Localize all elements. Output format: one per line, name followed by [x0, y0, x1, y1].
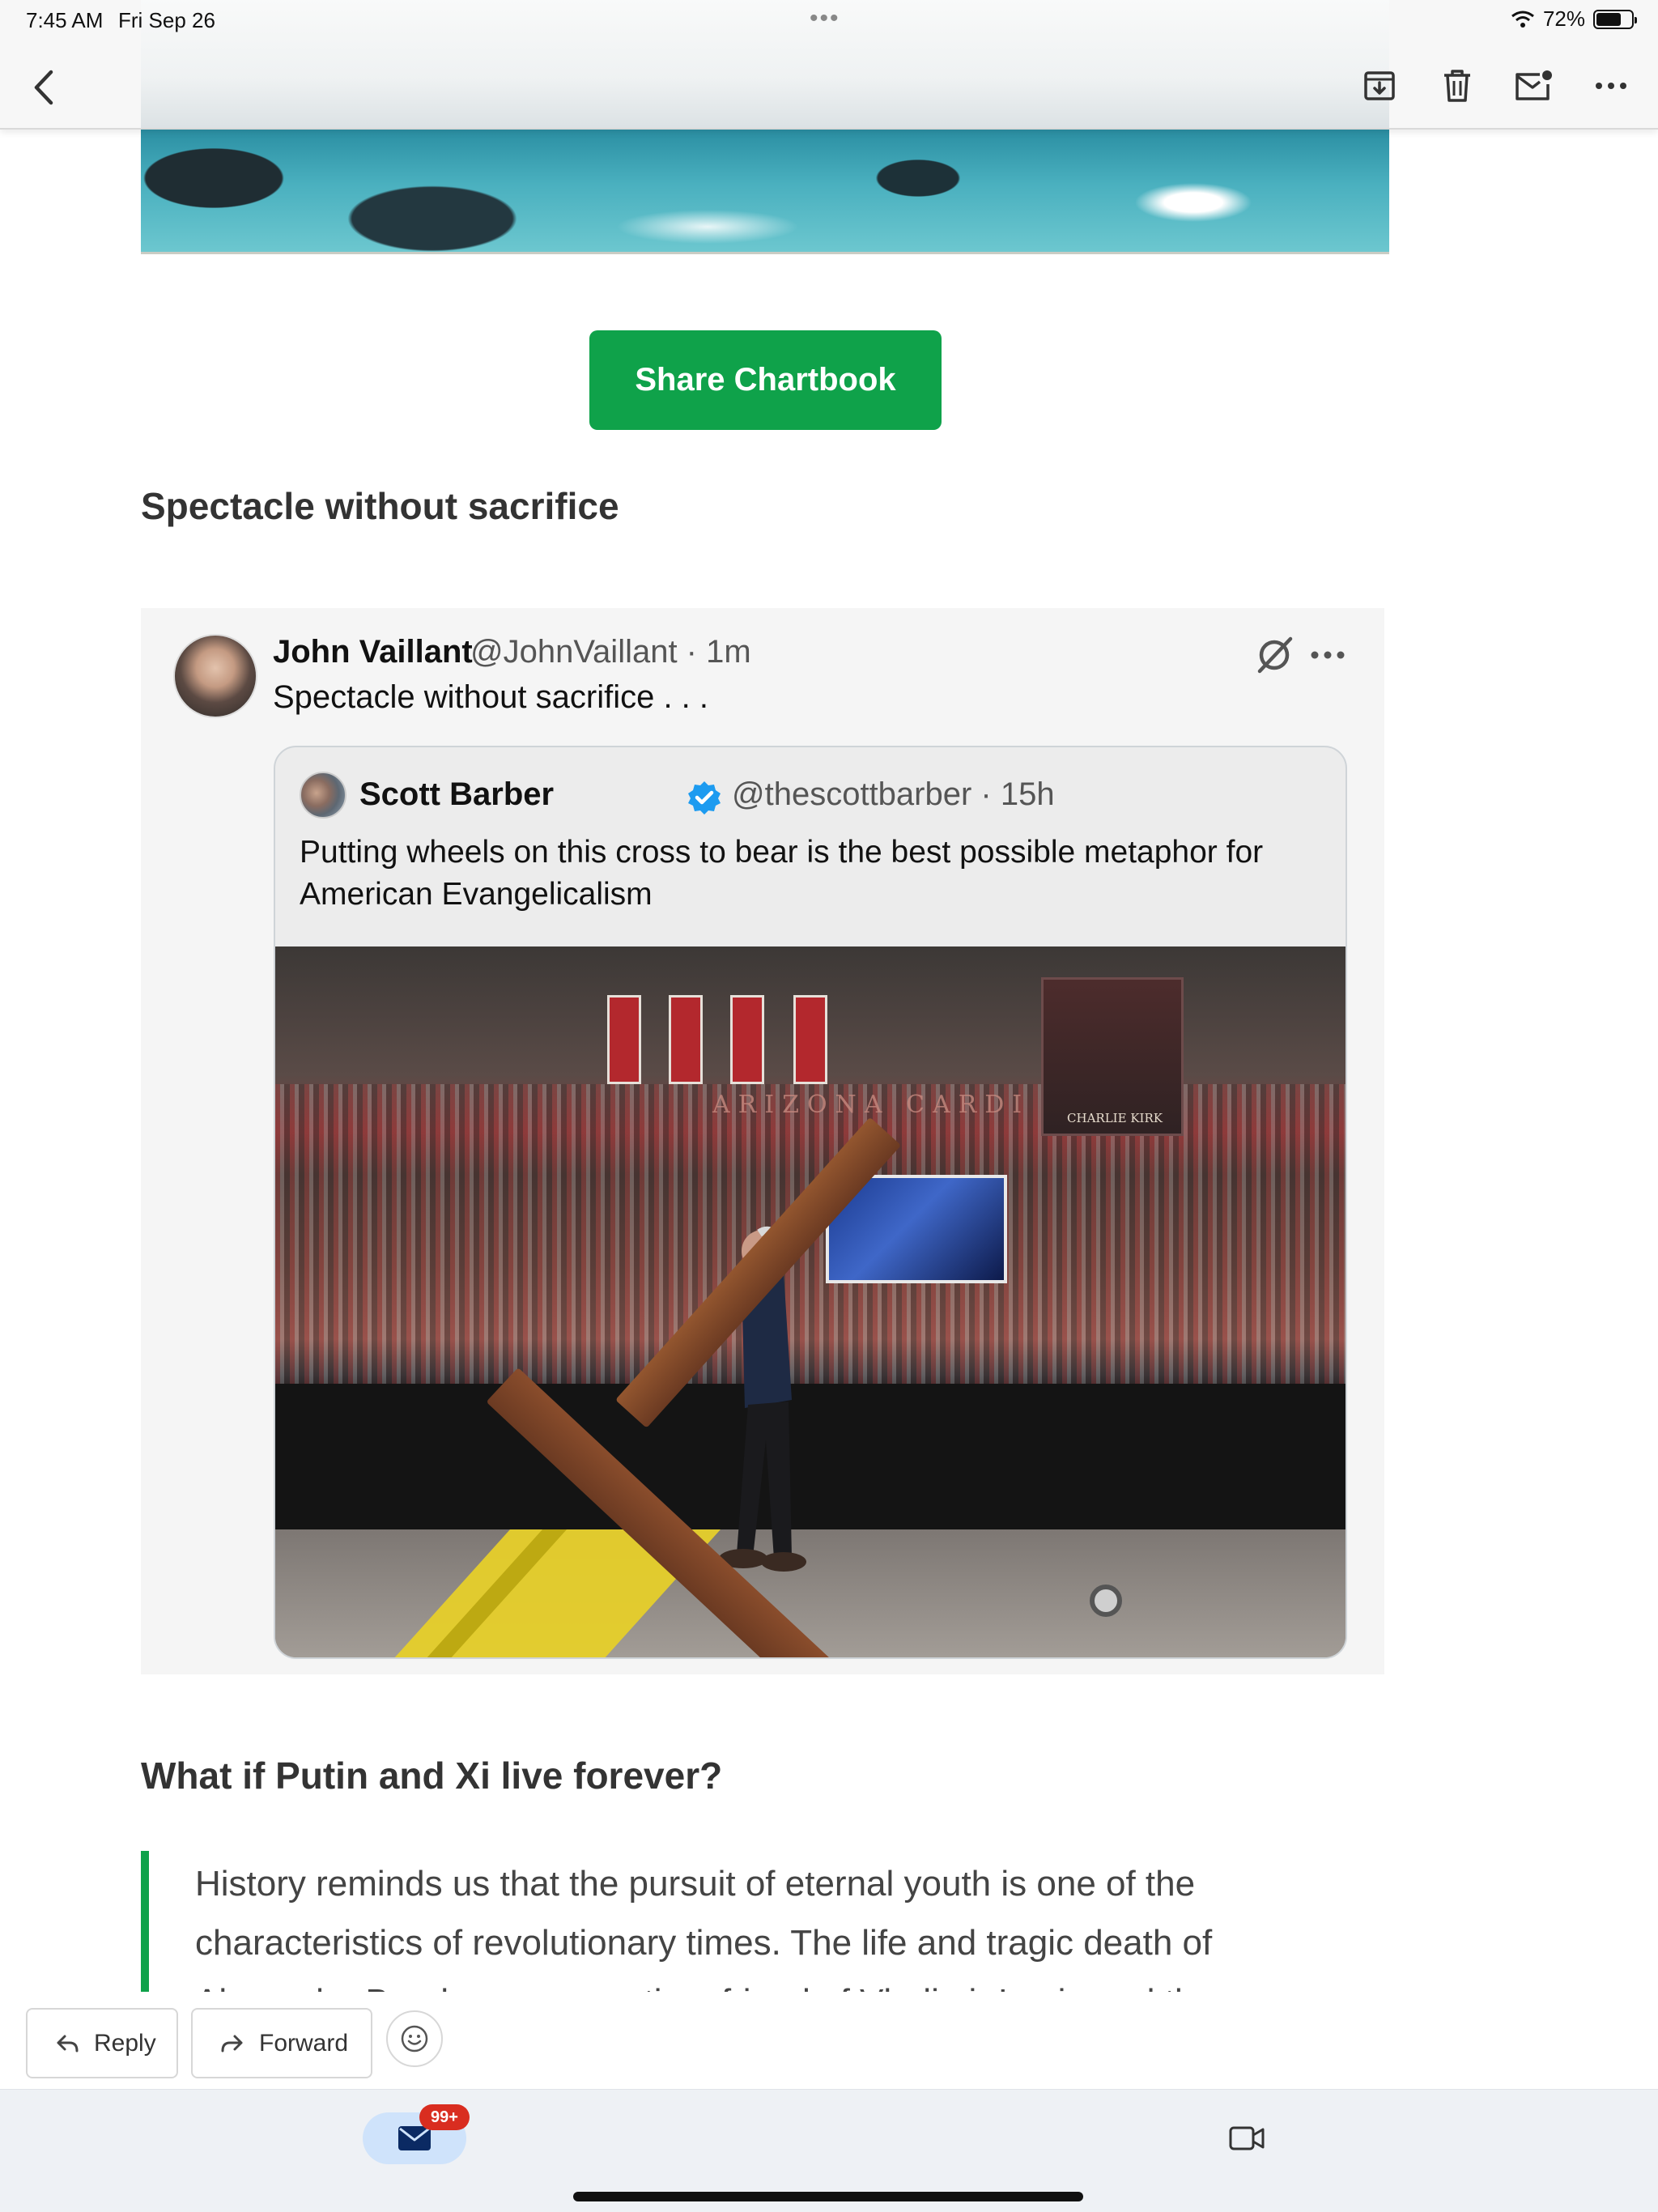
photo-sign-text: CHARLIE KIRK — [1067, 1111, 1163, 1125]
more-icon — [1596, 83, 1626, 89]
quoted-tweet[interactable]: Scott Barber @thescottbarber · 15h Putti… — [274, 746, 1347, 1659]
battery-percent: 72% — [1542, 6, 1585, 31]
section-heading-spectacle: Spectacle without sacrifice — [141, 485, 619, 527]
mark-unread-icon — [1516, 70, 1552, 100]
archive-button[interactable] — [1354, 60, 1405, 112]
quoted-author-meta: @thescottbarber · 15h — [732, 776, 1055, 812]
blockquote-bar — [141, 1851, 149, 1992]
photo-banner — [730, 995, 764, 1084]
photo-arena-text: ARIZONA CARDI — [712, 1091, 1031, 1119]
quoted-tweet-text: Putting wheels on this cross to bear is … — [300, 835, 1264, 912]
tweet-more-icon[interactable] — [1305, 632, 1350, 678]
delete-button[interactable] — [1431, 60, 1483, 112]
back-button[interactable] — [19, 63, 68, 112]
reply-actions: Reply Forward — [0, 1992, 1658, 2089]
forward-button[interactable]: Forward — [191, 2008, 372, 2078]
photo-walls — [275, 1384, 1346, 1538]
battery-level — [1596, 12, 1622, 26]
photo-banner — [607, 995, 641, 1084]
react-button[interactable] — [386, 2010, 443, 2067]
archive-icon — [1364, 71, 1395, 100]
video-camera-icon — [1229, 2126, 1265, 2150]
forward-label: Forward — [259, 2029, 349, 2057]
status-time: 7:45 AM — [26, 8, 104, 32]
email-body: Share Chartbook Spectacle without sacrif… — [0, 0, 1658, 1992]
tweet-author-name[interactable]: John Vaillant — [273, 634, 473, 670]
quoted-author-name[interactable]: Scott Barber — [359, 776, 554, 813]
emoji-icon — [401, 2025, 428, 2052]
hero-image-top — [141, 0, 1389, 128]
more-options-button[interactable] — [1585, 60, 1637, 112]
bottom-tab-bar: 99+ — [0, 2089, 1658, 2212]
reply-button[interactable]: Reply — [26, 2008, 178, 2078]
verified-badge-icon — [688, 781, 721, 815]
tab-meet[interactable] — [1221, 2112, 1273, 2164]
mark-unread-button[interactable] — [1507, 60, 1559, 112]
hero-image — [141, 130, 1389, 254]
reply-label: Reply — [94, 2029, 156, 2057]
photo-wheel — [1090, 1585, 1122, 1617]
home-indicator[interactable] — [573, 2192, 1083, 2201]
tweet-photo[interactable]: ARIZONA CARDI CHARLIE KIRK — [275, 946, 1346, 1657]
chevron-left-icon — [34, 70, 53, 105]
top-toolbar: 7:45 AM Fri Sep 26 ••• 72% — [0, 0, 1658, 130]
mail-icon — [398, 2126, 431, 2150]
photo-memorial-sign: CHARLIE KIRK — [1041, 977, 1184, 1136]
status-right: 72% — [1511, 6, 1637, 32]
photo-banner — [669, 995, 703, 1084]
grok-icon[interactable] — [1252, 632, 1297, 678]
embedded-tweet[interactable]: John Vaillant @JohnVaillant · 1m Spectac… — [141, 608, 1384, 1674]
multitasking-dots-icon[interactable]: ••• — [810, 5, 840, 32]
share-chartbook-button[interactable]: Share Chartbook — [589, 330, 942, 430]
battery-icon — [1593, 9, 1637, 29]
avatar[interactable] — [300, 772, 346, 819]
section-heading-putin-xi: What if Putin and Xi live forever? — [141, 1755, 723, 1797]
photo-banner — [793, 995, 827, 1084]
blockquote-text: History reminds us that the pursuit of e… — [195, 1864, 1214, 1992]
tweet-text: Spectacle without sacrifice . . . — [273, 679, 709, 715]
status-date: Fri Sep 26 — [118, 8, 215, 32]
unread-badge: 99+ — [419, 2104, 470, 2130]
wifi-icon — [1511, 11, 1534, 28]
forward-icon — [221, 2035, 243, 2052]
tweet-author-meta: @JohnVaillant · 1m — [470, 634, 751, 670]
reply-icon — [57, 2035, 79, 2052]
avatar[interactable] — [173, 634, 257, 718]
trash-icon — [1444, 70, 1470, 102]
